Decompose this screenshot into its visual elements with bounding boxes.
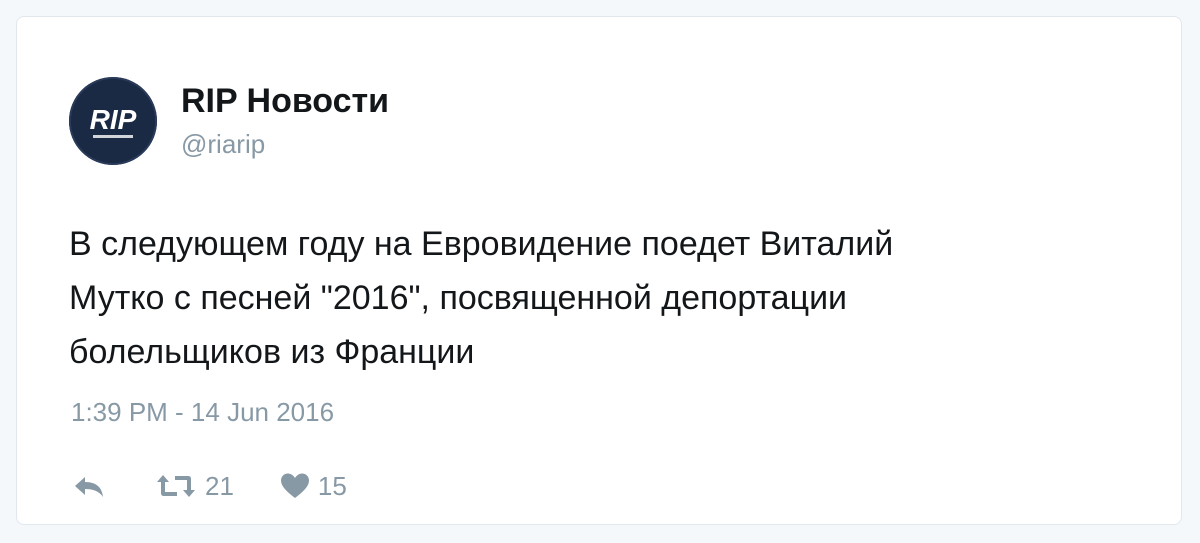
tweet-header: RIP RIP Новости @riarip bbox=[69, 71, 389, 171]
tweet-card: RIP RIP Новости @riarip В следующем году… bbox=[16, 16, 1182, 525]
avatar-logo-text: RIP bbox=[90, 104, 137, 135]
retweet-count: 21 bbox=[205, 470, 234, 501]
retweet-button[interactable]: 21 bbox=[155, 471, 234, 502]
retweet-icon bbox=[157, 475, 195, 497]
tweet-actions: 21 15 bbox=[71, 463, 347, 509]
like-count: 15 bbox=[317, 470, 347, 501]
tweet-timestamp[interactable]: 1:39 PM - 14 Jun 2016 bbox=[71, 395, 334, 429]
user-handle[interactable]: @riarip bbox=[181, 127, 389, 161]
reply-button[interactable] bbox=[71, 471, 107, 501]
avatar[interactable]: RIP bbox=[69, 77, 157, 165]
like-button[interactable]: 15 bbox=[280, 471, 347, 502]
tweet-text: В следующем году на Евровидение поедет В… bbox=[69, 225, 894, 371]
user-names: RIP Новости @riarip bbox=[181, 81, 389, 161]
heart-icon bbox=[280, 473, 309, 498]
display-name[interactable]: RIP Новости bbox=[181, 81, 389, 121]
rip-logo: RIP bbox=[71, 79, 155, 163]
reply-icon bbox=[75, 477, 103, 497]
